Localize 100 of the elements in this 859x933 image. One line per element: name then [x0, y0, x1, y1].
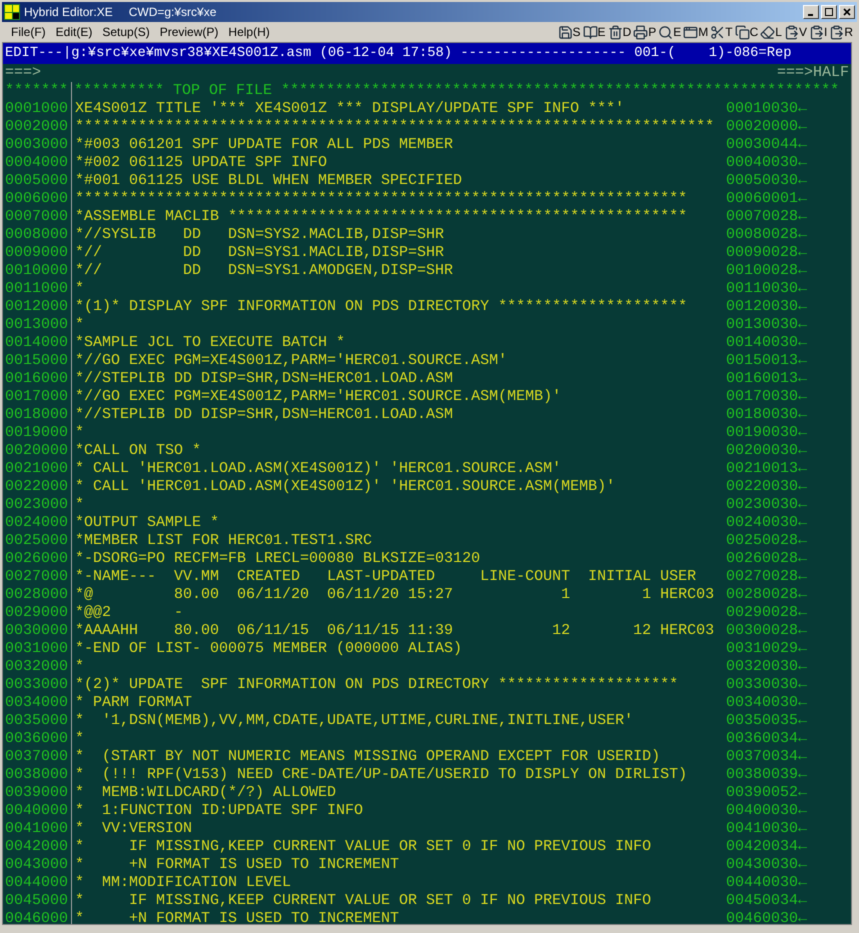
code-line: *//STEPLIB DD DISP=SHR,DSN=HERC01.LOAD.ASM — [75, 406, 454, 423]
sequence-number: 00420034← — [726, 838, 808, 856]
code-line: *AAAAHH 80.00 06/11/15 06/11/15 11:39 12 12 HERC03 — [75, 622, 714, 639]
toolbar-button[interactable]: E — [658, 24, 682, 40]
toolbar-button[interactable]: L — [760, 24, 782, 40]
code-line: * 1:FUNCTION ID:UPDATE SPF INFO — [75, 802, 364, 819]
sequence-number: 00240030← — [726, 514, 808, 532]
sequence-number: 00070028← — [726, 208, 808, 226]
toolbar-button[interactable]: R — [829, 24, 853, 40]
code-line: *-END OF LIST- 000075 MEMBER (000000 ALIAS) — [75, 640, 462, 657]
line-number: 0031000 — [4, 640, 70, 658]
code-line: * PARM FORMAT — [75, 694, 192, 711]
sequence-number: 00380039← — [726, 766, 808, 784]
menu-item[interactable]: Help(H) — [223, 23, 275, 41]
toolbar-button[interactable]: P — [633, 24, 656, 40]
sequence-number: 00280028← — [726, 586, 808, 604]
sequence-number: 00220030← — [726, 478, 808, 496]
sequence-number: 00350035← — [726, 712, 808, 730]
book-icon — [582, 24, 598, 40]
line-number: 0045000 — [4, 892, 70, 910]
code-line: *-DSORG=PO RECFM=FB LRECL=00080 BLKSIZE=03120 — [75, 550, 480, 567]
menu-item[interactable]: Setup(S) — [97, 23, 155, 41]
line-number: 0025000 — [4, 532, 70, 550]
sequence-number: 00390052← — [726, 784, 808, 802]
code-line: *********************************************************************** — [75, 118, 714, 135]
window-icon — [683, 24, 698, 40]
line-number: 0044000 — [4, 874, 70, 892]
sequence-number: 00400030← — [726, 802, 808, 820]
sequence-number: 00460030← — [726, 910, 808, 924]
toolbar-button[interactable]: I — [808, 24, 828, 40]
line-number: 0028000 — [4, 586, 70, 604]
line-number: 0042000 — [4, 838, 70, 856]
sequence-number: 00010030← — [726, 100, 808, 118]
toolbar-button[interactable]: M — [683, 24, 708, 40]
menu-item[interactable]: File(F) — [6, 23, 51, 41]
sequence-number: 00300028← — [726, 622, 808, 640]
line-number: 0020000 — [4, 442, 70, 460]
sequence-number: 00310029← — [726, 640, 808, 658]
sequence-number: 00060001← — [726, 190, 808, 208]
code-line: * — [75, 496, 84, 513]
line-number: 0046000 — [4, 910, 70, 924]
code-line: ******************************************************************** — [75, 190, 688, 207]
code-line: *#001 061125 USE BLDL WHEN MEMBER SPECIFIED — [75, 172, 462, 189]
toolbar-button[interactable]: S — [558, 24, 581, 40]
code-line: * CALL 'HERC01.LOAD.ASM(XE4S001Z)' 'HERC01.SOURCE.ASM(MEMB)' — [75, 478, 616, 495]
sequence-number: 00410030← — [726, 820, 808, 838]
sequence-number: 00450034← — [726, 892, 808, 910]
sequence-number: 00040030← — [726, 154, 808, 172]
toolbar-button[interactable]: C — [734, 24, 758, 40]
toolbar-button[interactable]: E — [582, 24, 606, 40]
line-number: 0005000 — [4, 172, 70, 190]
toolbar-button[interactable]: T — [710, 24, 733, 40]
minimize-button[interactable] — [803, 5, 819, 19]
toolbar-button[interactable]: V — [784, 24, 807, 40]
menu-item[interactable]: Edit(E) — [50, 23, 98, 41]
line-number: 0024000 — [4, 514, 70, 532]
line-number: ******* — [4, 82, 70, 100]
close-button[interactable] — [839, 5, 855, 19]
sequence-number: 00440030← — [726, 874, 808, 892]
code-line: *// DD DSN=SYS1.AMODGEN,DISP=SHR — [75, 262, 454, 279]
code-line: * IF MISSING,KEEP CURRENT VALUE OR SET 0 IF NO PREVIOUS INFO — [75, 838, 652, 855]
sequence-number: 00430030← — [726, 856, 808, 874]
line-number: 0022000 — [4, 478, 70, 496]
menu-item[interactable]: Preview(P) — [154, 23, 224, 41]
window-title: Hybrid Editor:XE — [24, 4, 113, 21]
code-line: * +N FORMAT IS USED TO INCREMENT — [75, 856, 400, 873]
sequence-number: 00090028← — [726, 244, 808, 262]
code-line: *//SYSLIB DD DSN=SYS2.MACLIB,DISP=SHR — [75, 226, 444, 243]
clipboard-icon — [784, 24, 799, 40]
maximize-button[interactable] — [821, 5, 837, 19]
command-field[interactable]: ===> — [5, 64, 765, 82]
sequence-number: 00320030← — [726, 658, 808, 676]
line-number: 0041000 — [4, 820, 70, 838]
code-line: * — [75, 280, 84, 297]
delete-icon — [608, 24, 623, 40]
line-number: 0035000 — [4, 712, 70, 730]
sequence-number: 00260028← — [726, 550, 808, 568]
line-number: 0002000 — [4, 118, 70, 136]
line-number: 0013000 — [4, 316, 70, 334]
sequence-number: 00190030← — [726, 424, 808, 442]
clipboard-icon — [829, 24, 844, 40]
code-line: *//GO EXEC PGM=XE4S001Z,PARM='HERC01.SOURCE.ASM(MEMB)' — [75, 388, 562, 405]
sequence-number: 00100028← — [726, 262, 808, 280]
clipboard-icon — [808, 24, 824, 40]
line-number: 0019000 — [4, 424, 70, 442]
code-line: *#002 061125 UPDATE SPF INFO — [75, 154, 328, 171]
sequence-number: 00110030← — [726, 280, 808, 298]
code-line: XE4S001Z TITLE '*** XE4S001Z *** DISPLAY/UPDATE SPF INFO ***' — [75, 100, 624, 117]
code-line: *//STEPLIB DD DISP=SHR,DSN=HERC01.LOAD.ASM — [75, 370, 454, 387]
sequence-number: 00030044← — [726, 136, 808, 154]
line-number: 0023000 — [4, 496, 70, 514]
code-line: *OUTPUT SAMPLE * — [75, 514, 220, 531]
code-line: *@@2 - — [75, 604, 184, 621]
sequence-number: 00020000← — [726, 118, 808, 136]
line-number: 0040000 — [4, 802, 70, 820]
toolbar-button[interactable]: D — [608, 24, 632, 40]
file-header: EDIT---|g:¥src¥xe¥mvsr38¥XE4S001Z.asm (06-12-04 17:58) -------------------- 001-( 1)-086=Rep — [3, 43, 851, 64]
sequence-number: 00340030← — [726, 694, 808, 712]
line-number: 0034000 — [4, 694, 70, 712]
line-number: 0032000 — [4, 658, 70, 676]
